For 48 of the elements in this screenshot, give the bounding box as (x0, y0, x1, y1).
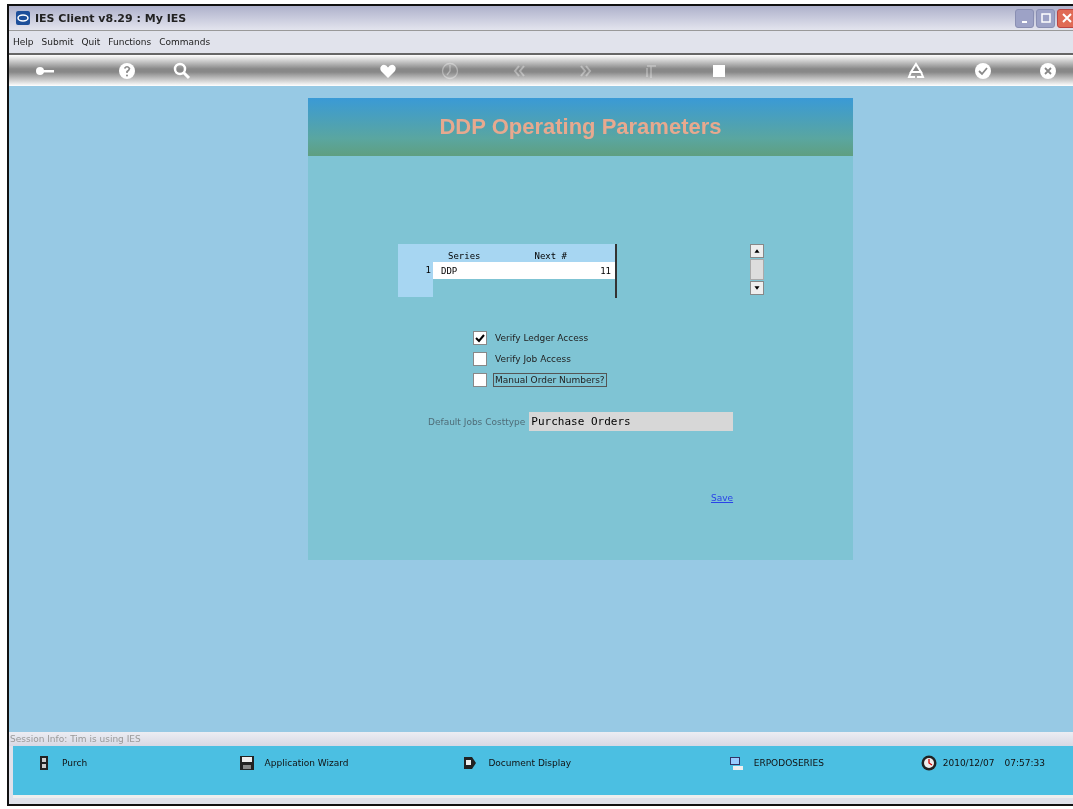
clock-icon (920, 755, 937, 771)
status-time: 07:57:33 (1004, 758, 1045, 768)
maximize-button[interactable] (1036, 8, 1055, 28)
menu-item[interactable]: Functions (108, 37, 152, 47)
panel-title: DDP Operating Parameters (439, 114, 722, 140)
minimize-icon (1022, 21, 1027, 23)
grid-row[interactable]: DDP 11 (433, 262, 615, 279)
row-header (398, 279, 433, 297)
close-icon[interactable] (1038, 60, 1058, 81)
minimize-button[interactable] (1015, 8, 1034, 28)
document-icon[interactable] (462, 755, 479, 771)
help-icon[interactable] (117, 60, 137, 81)
save-link[interactable]: Save (711, 493, 734, 503)
session-info: Session Info: Tim is using IES (10, 734, 141, 744)
close-icon (1061, 13, 1072, 23)
check-icon[interactable] (973, 60, 993, 81)
checkbox[interactable] (473, 372, 487, 387)
table-cell: 11 (600, 265, 611, 276)
field-label: Default Jobs Costtype (428, 416, 526, 427)
close-button[interactable] (1057, 8, 1073, 28)
computer-icon[interactable] (727, 755, 744, 771)
column-header: Series (448, 251, 481, 261)
checkbox-label[interactable]: Manual Order Numbers? (493, 372, 607, 387)
scroll-down-icon[interactable] (750, 281, 764, 295)
scrollbar[interactable] (750, 244, 764, 298)
status-item[interactable]: Purch (62, 758, 88, 768)
costtype-field[interactable]: Purchase Orders (529, 412, 734, 431)
menu-item[interactable]: Commands (159, 37, 211, 47)
menu-item[interactable]: Help (13, 37, 34, 47)
menu-item[interactable]: Quit (81, 37, 101, 47)
search-icon[interactable] (172, 60, 192, 81)
status-item[interactable]: Document Display (488, 758, 572, 768)
scroll-up-icon[interactable] (750, 244, 764, 258)
floppy-icon[interactable] (238, 755, 255, 771)
window-title: IES Client v8.29 : My IES (35, 11, 187, 25)
column-header: Next # (534, 251, 568, 261)
table-cell: DDP (441, 265, 458, 276)
checkbox[interactable] (473, 330, 487, 345)
status-date: 2010/12/07 (942, 758, 995, 768)
checkbox-label[interactable]: Verify Ledger Access (493, 330, 591, 345)
status-item[interactable]: ERPODOSERIES (753, 758, 824, 768)
checkbox-label[interactable]: Verify Job Access (493, 351, 573, 366)
row-number: 1 (398, 262, 433, 279)
checkbox[interactable] (473, 351, 487, 366)
menu-item[interactable]: Submit (41, 37, 74, 47)
maximize-icon (1040, 13, 1051, 23)
globe-icon (16, 11, 30, 25)
status-item[interactable]: Application Wizard (264, 758, 349, 768)
